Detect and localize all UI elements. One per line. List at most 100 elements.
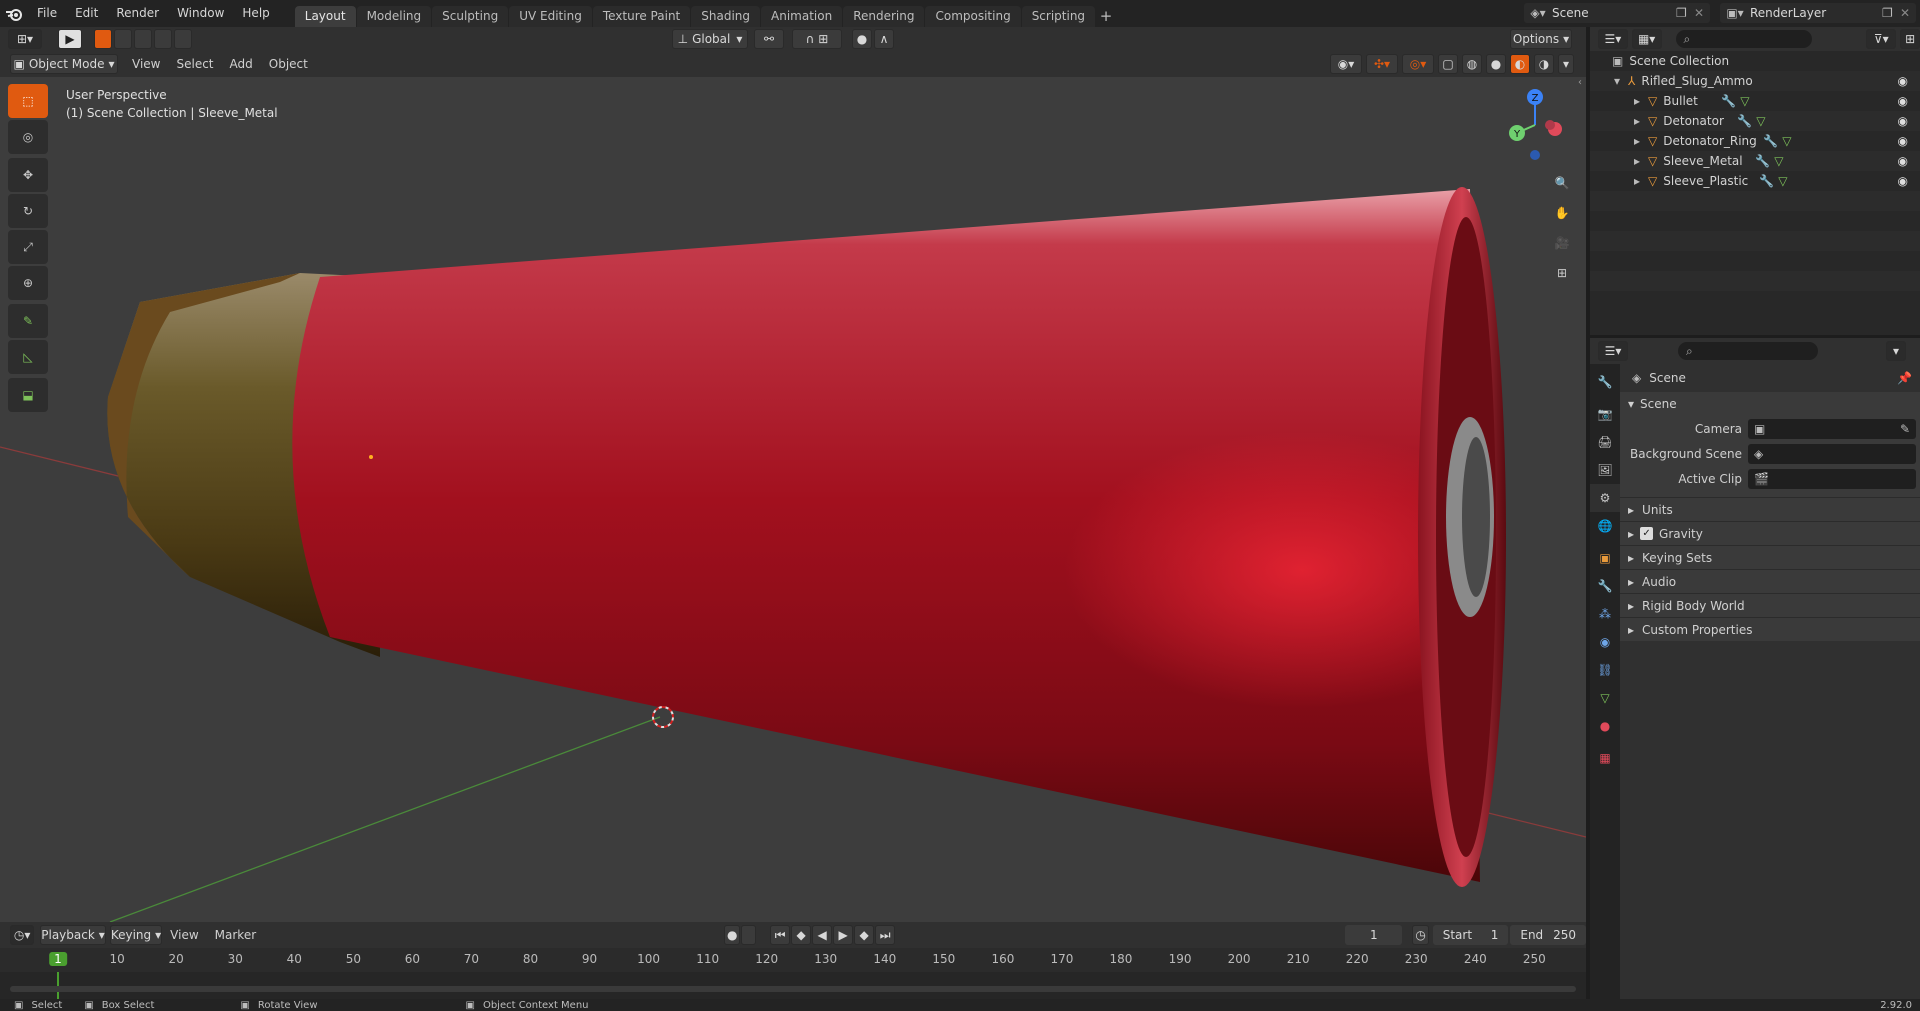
timeline-scrollbar[interactable] bbox=[10, 986, 1576, 992]
expand-arrow-icon[interactable]: ▸ bbox=[1634, 134, 1640, 148]
frame-ruler[interactable]: 1 10 20 30 40 50 60 70 80 90 100 110 120 130 140 150 160… bbox=[0, 948, 1586, 972]
copy-icon[interactable]: ❐ bbox=[1882, 6, 1900, 20]
falloff-dropdown[interactable]: ∧ bbox=[874, 29, 894, 49]
eyedropper-icon[interactable]: ✎ bbox=[1900, 422, 1910, 436]
properties-editor-type-icon[interactable]: ☰▾ bbox=[1598, 341, 1628, 361]
outliner-object-detonator[interactable]: ▸ ▽ Detonator 🔧 ▽ ◉ bbox=[1590, 111, 1920, 131]
wireframe-shading-icon[interactable]: ◍ bbox=[1462, 54, 1482, 74]
3d-viewport[interactable]: ⬚ ◎ ✥ ↻ ⤢ ⊕ ✎ ◺ ⬓ User Perspective (1) S… bbox=[0, 77, 1586, 922]
properties-search-input[interactable]: ⌕ bbox=[1678, 342, 1818, 360]
menu-file[interactable]: File bbox=[28, 0, 66, 27]
navigation-gizmo[interactable]: Z Y bbox=[1495, 85, 1575, 165]
select-intersect-icon[interactable] bbox=[174, 29, 192, 49]
expand-arrow-icon[interactable]: ▸ bbox=[1634, 154, 1640, 168]
viewport-menu-object[interactable]: Object bbox=[261, 51, 316, 77]
outliner-editor-type-icon[interactable]: ☰▾ bbox=[1598, 29, 1628, 49]
tool-tab-icon[interactable]: 🔧 bbox=[1590, 368, 1620, 396]
particles-tab-icon[interactable]: ⁂ bbox=[1590, 600, 1620, 628]
next-keyframe-icon[interactable]: ◆ bbox=[854, 925, 875, 945]
transform-orientation-dropdown[interactable]: ⊥ Global ▾ bbox=[672, 29, 748, 49]
keying-dropdown[interactable]: Keying ▾ bbox=[109, 925, 163, 945]
select-mode-icon[interactable]: ▶ bbox=[58, 29, 82, 49]
visibility-eye-icon[interactable]: ◉ bbox=[1898, 94, 1908, 108]
audio-panel[interactable]: ▸ Audio bbox=[1620, 569, 1920, 593]
pin-icon[interactable]: 📌 bbox=[1897, 371, 1912, 385]
play-reverse-icon[interactable]: ◀ bbox=[812, 925, 833, 945]
jump-start-icon[interactable]: ⏮ bbox=[770, 925, 791, 945]
prev-keyframe-icon[interactable]: ◆ bbox=[791, 925, 812, 945]
overlay-toggle-icon[interactable]: ◎▾ bbox=[1402, 54, 1434, 74]
camera-view-icon[interactable]: 🎥 bbox=[1548, 229, 1576, 257]
gizmo-neg-z-axis[interactable] bbox=[1530, 150, 1540, 160]
expand-arrow-icon[interactable]: ▸ bbox=[1634, 174, 1640, 188]
material-shading-icon[interactable]: ◐ bbox=[1510, 54, 1530, 74]
view-layer-tab-icon[interactable]: 🖼 bbox=[1590, 456, 1620, 484]
tab-scripting[interactable]: Scripting bbox=[1021, 6, 1096, 27]
scene-selector[interactable]: ◈▾ Scene ❐ ✕ bbox=[1524, 3, 1710, 23]
expand-arrow-icon[interactable]: ▸ bbox=[1634, 114, 1640, 128]
close-icon[interactable]: ✕ bbox=[1900, 6, 1916, 20]
physics-tab-icon[interactable]: ◉ bbox=[1590, 628, 1620, 656]
world-tab-icon[interactable]: 🌐 bbox=[1590, 512, 1620, 540]
select-invert-icon[interactable] bbox=[154, 29, 172, 49]
camera-field[interactable]: ▣ ✎ bbox=[1748, 418, 1916, 439]
solid-shading-icon[interactable]: ● bbox=[1486, 54, 1506, 74]
outliner-scene-collection[interactable]: ▣ Scene Collection bbox=[1590, 51, 1920, 71]
visibility-eye-icon[interactable]: ◉ bbox=[1898, 174, 1908, 188]
tab-rendering[interactable]: Rendering bbox=[843, 6, 925, 27]
select-extend-icon[interactable] bbox=[114, 29, 132, 49]
scene-tab-icon[interactable]: ⚙ bbox=[1590, 484, 1620, 512]
visibility-eye-icon[interactable]: ◉ bbox=[1898, 114, 1908, 128]
timeline-menu-marker[interactable]: Marker bbox=[207, 922, 264, 948]
menu-edit[interactable]: Edit bbox=[66, 0, 107, 27]
outliner-collection-row[interactable]: ▾ ⅄ Rifled_Slug_Ammo ◉ bbox=[1590, 71, 1920, 91]
background-scene-field[interactable]: ◈ bbox=[1748, 443, 1916, 464]
render-tab-icon[interactable]: 📷 bbox=[1590, 400, 1620, 428]
shading-options-icon[interactable]: ▾ bbox=[1558, 54, 1574, 74]
rendered-shading-icon[interactable]: ◑ bbox=[1534, 54, 1554, 74]
filter-icon[interactable]: ⊽▾ bbox=[1866, 29, 1897, 49]
outliner-object-bullet[interactable]: ▸ ▽ Bullet 🔧 ▽ ◉ bbox=[1590, 91, 1920, 111]
editor-type-button[interactable]: ⊞▾ bbox=[8, 29, 42, 49]
expand-arrow-icon[interactable]: ▾ bbox=[1614, 74, 1620, 88]
visibility-eye-icon[interactable]: ◉▾ bbox=[1330, 54, 1362, 74]
timeline-body[interactable] bbox=[0, 972, 1586, 1001]
material-tab-icon[interactable]: ● bbox=[1590, 712, 1620, 740]
select-subtract-icon[interactable] bbox=[134, 29, 152, 49]
gravity-panel[interactable]: ▸ ✓ Gravity bbox=[1620, 521, 1920, 545]
keying-sets-panel[interactable]: ▸ Keying Sets bbox=[1620, 545, 1920, 569]
add-cube-tool[interactable]: ⬓ bbox=[8, 378, 48, 412]
scene-panel-header[interactable]: ▾ Scene bbox=[1620, 392, 1920, 416]
units-panel[interactable]: ▸ Units bbox=[1620, 497, 1920, 521]
move-tool[interactable]: ✥ bbox=[8, 158, 48, 192]
measure-tool[interactable]: ◺ bbox=[8, 340, 48, 374]
tab-modeling[interactable]: Modeling bbox=[356, 6, 432, 27]
visibility-eye-icon[interactable]: ◉ bbox=[1898, 154, 1908, 168]
zoom-icon[interactable]: 🔍 bbox=[1548, 169, 1576, 197]
tab-uv-editing[interactable]: UV Editing bbox=[509, 6, 592, 27]
preview-range-icon[interactable]: ◷ bbox=[1412, 925, 1429, 945]
constraints-tab-icon[interactable]: ⛓ bbox=[1590, 656, 1620, 684]
properties-options-icon[interactable]: ▾ bbox=[1886, 341, 1906, 361]
play-icon[interactable]: ▶ bbox=[833, 925, 854, 945]
timeline-editor-type-icon[interactable]: ◷▾ bbox=[10, 925, 35, 945]
auto-keying-options-icon[interactable] bbox=[741, 925, 757, 945]
active-clip-field[interactable]: 🎬 bbox=[1748, 468, 1916, 489]
display-mode-icon[interactable]: ▦▾ bbox=[1631, 29, 1662, 49]
jump-end-icon[interactable]: ⏭ bbox=[875, 925, 896, 945]
timeline-menu-view[interactable]: View bbox=[162, 922, 206, 948]
scale-tool[interactable]: ⤢ bbox=[8, 230, 48, 264]
options-dropdown[interactable]: Options ▾ bbox=[1510, 29, 1572, 49]
viewport-menu-view[interactable]: View bbox=[124, 51, 168, 77]
outliner-search-input[interactable]: ⌕ bbox=[1675, 30, 1813, 48]
custom-properties-panel[interactable]: ▸ Custom Properties bbox=[1620, 617, 1920, 641]
view-layer-selector[interactable]: ▣▾ RenderLayer ❐ ✕ bbox=[1720, 3, 1916, 23]
tab-compositing[interactable]: Compositing bbox=[925, 6, 1021, 27]
blender-logo-icon[interactable] bbox=[0, 0, 28, 27]
start-frame-field[interactable]: Start 1 bbox=[1432, 925, 1509, 945]
current-frame-field[interactable]: 1 bbox=[1345, 925, 1403, 945]
tab-shading[interactable]: Shading bbox=[691, 6, 760, 27]
select-box-tool[interactable]: ⬚ bbox=[8, 84, 48, 118]
viewport-menu-add[interactable]: Add bbox=[222, 51, 261, 77]
add-workspace-button[interactable]: + bbox=[1096, 6, 1116, 27]
